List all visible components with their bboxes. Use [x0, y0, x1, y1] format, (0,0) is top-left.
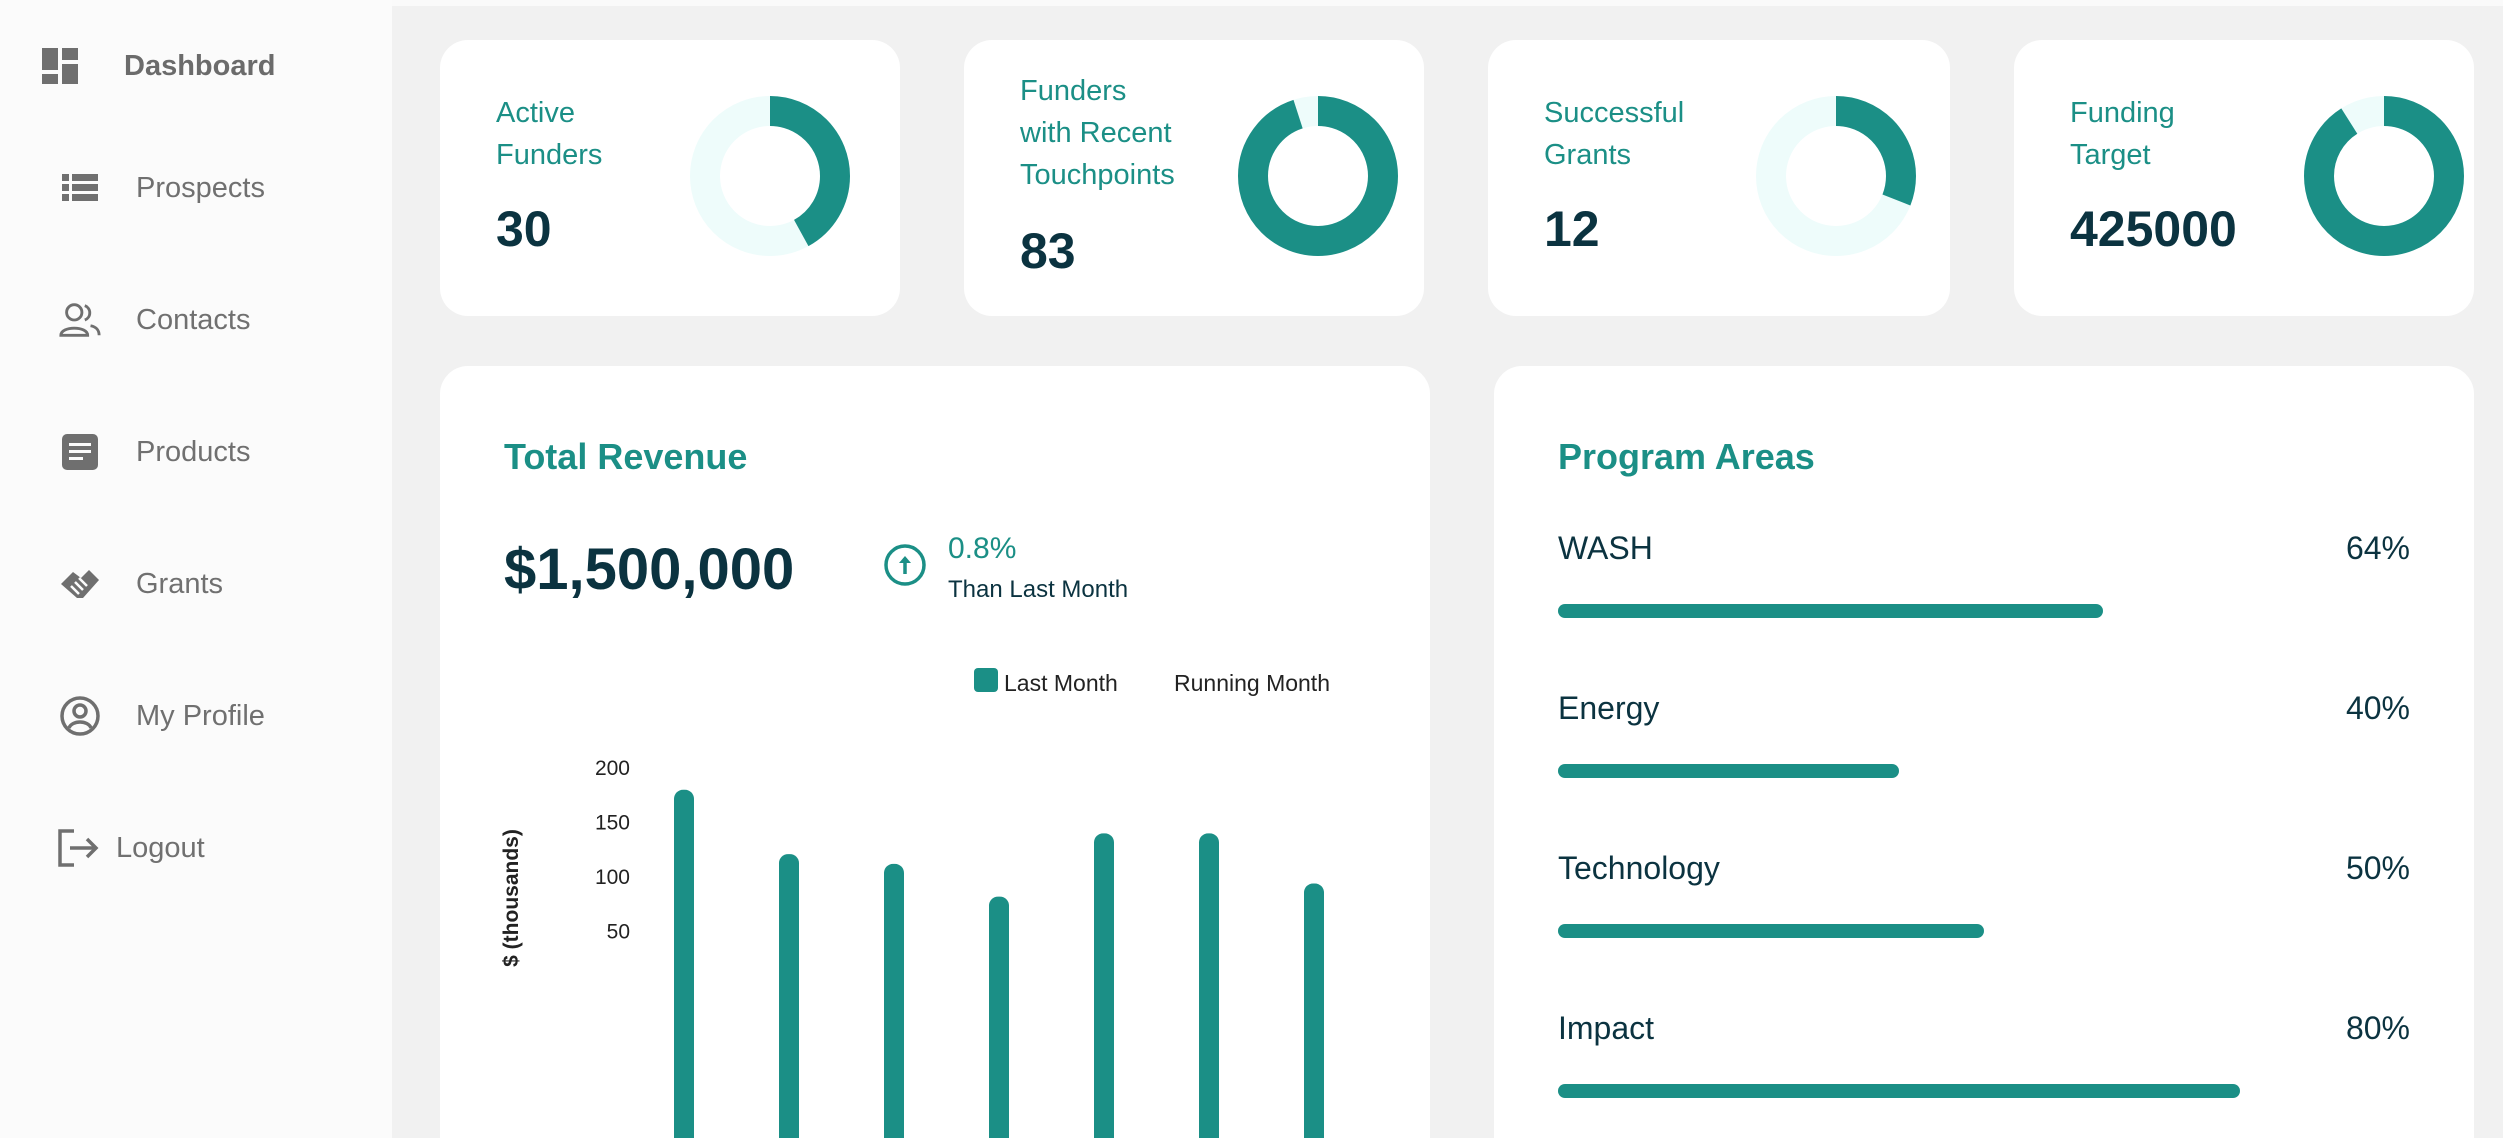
- sidebar-item-grants[interactable]: Grants: [0, 544, 392, 624]
- revenue-panel: Total Revenue $1,500,000 0.8% Than Last …: [440, 366, 1430, 1138]
- y-tick-label: 150: [595, 812, 630, 835]
- legend-item-running-month[interactable]: Running Month: [1174, 670, 1330, 697]
- program-areas-panel: Program Areas WASH 64% Energy 40% Techno…: [1494, 366, 2474, 1138]
- program-name-energy: Energy: [1558, 690, 1660, 726]
- stat-label-line: Funders: [1020, 75, 1127, 107]
- program-name-impact: Impact: [1558, 1010, 1655, 1046]
- stat-value: 83: [1020, 223, 1076, 279]
- donut-chart: [1756, 96, 1916, 256]
- stat-label-line: with Recent: [1020, 117, 1172, 149]
- bar[interactable]: [1094, 833, 1114, 1138]
- sidebar-item-label: My Profile: [136, 699, 265, 732]
- stat-value: 12: [1544, 201, 1600, 257]
- progress-bar: [1558, 604, 2410, 618]
- sidebar-item-label: Grants: [136, 567, 224, 600]
- stat-label-line: Active: [496, 97, 575, 129]
- y-tick-label: 200: [595, 757, 630, 780]
- sidebar-item-contacts[interactable]: Contacts: [0, 280, 392, 360]
- y-tick-label: 100: [595, 866, 630, 889]
- bar[interactable]: [1304, 883, 1324, 1138]
- stat-label-line: Funders: [496, 139, 603, 171]
- progress-bar: [1558, 1084, 2410, 1098]
- stat-label-line: Funding: [2070, 97, 2175, 129]
- bar[interactable]: [779, 854, 799, 1138]
- progress-bar: [1558, 924, 2410, 938]
- stat-label: Successful Grants: [1544, 92, 1684, 176]
- sidebar-item-prospects[interactable]: Prospects: [0, 148, 392, 228]
- bar[interactable]: [1199, 833, 1219, 1138]
- trend-text: Than Last Month: [948, 576, 1129, 603]
- legend-item-last-month[interactable]: Last Month: [1004, 670, 1118, 697]
- donut-chart: [2304, 96, 2464, 256]
- dashboard-icon: [38, 44, 82, 88]
- profile-icon: [58, 694, 102, 738]
- sidebar-item-label: Products: [136, 435, 251, 468]
- stat-label: Funding Target: [2070, 92, 2175, 176]
- program-percent: 80%: [2345, 1010, 2410, 1046]
- top-divider: [392, 0, 2503, 6]
- sidebar-item-label: Dashboard: [124, 49, 276, 82]
- list-icon: [58, 166, 102, 210]
- stat-card-funding-target[interactable]: Funding Target 425000: [2014, 40, 2474, 316]
- legend-swatch: [974, 668, 998, 692]
- donut-arc: [1238, 96, 1398, 256]
- donut-chart: [1238, 96, 1398, 256]
- logout-icon: [56, 826, 100, 870]
- handshake-icon: [58, 562, 102, 606]
- program-percent: 64%: [2345, 530, 2410, 566]
- program-percent: 40%: [2345, 690, 2410, 726]
- progress-fill: [1558, 604, 2104, 618]
- sidebar-item-my-profile[interactable]: My Profile: [0, 676, 392, 756]
- stat-card-active-funders[interactable]: Active Funders 30: [440, 40, 900, 316]
- progress-fill: [1558, 764, 1899, 778]
- trend-percent: 0.8%: [948, 532, 1017, 565]
- stat-label: Funders with Recent Touchpoints: [1020, 70, 1175, 196]
- sidebar-item-label: Prospects: [136, 171, 265, 204]
- bar[interactable]: [884, 863, 904, 1138]
- progress-fill: [1558, 1084, 2240, 1098]
- stat-label: Active Funders: [496, 92, 602, 176]
- sidebar: Dashboard Prospects Contacts Products Gr…: [0, 0, 392, 1138]
- program-name-wash: WASH: [1558, 530, 1653, 566]
- revenue-bar-chart: $ (thousands) 200 150 100 50: [500, 757, 1324, 1138]
- panel-title: Program Areas: [1558, 436, 1815, 477]
- sidebar-item-logout[interactable]: Logout: [0, 808, 392, 888]
- sidebar-item-label: Logout: [116, 831, 205, 864]
- stat-label-line: Touchpoints: [1020, 159, 1175, 191]
- bar[interactable]: [674, 789, 694, 1138]
- y-axis-label: $ (thousands): [500, 829, 523, 967]
- donut-chart: [690, 96, 850, 256]
- progress-fill: [1558, 924, 1984, 938]
- donut-arc: [2304, 96, 2464, 256]
- panel-title: Total Revenue: [504, 436, 748, 477]
- stat-value: 30: [496, 201, 552, 257]
- sidebar-item-dashboard[interactable]: Dashboard: [0, 26, 392, 106]
- sidebar-item-label: Contacts: [136, 303, 251, 336]
- document-icon: [58, 430, 102, 474]
- stat-card-recent-touchpoints[interactable]: Funders with Recent Touchpoints 83: [964, 40, 1424, 316]
- stat-card-successful-grants[interactable]: Successful Grants 12: [1488, 40, 1950, 316]
- stat-label-line: Target: [2070, 139, 2151, 171]
- stat-label-line: Successful: [1544, 97, 1685, 129]
- stat-label-line: Grants: [1544, 139, 1632, 171]
- y-tick-label: 50: [607, 921, 630, 944]
- program-name-technology: Technology: [1558, 850, 1720, 886]
- users-icon: [58, 298, 102, 342]
- program-percent: 50%: [2345, 850, 2410, 886]
- bar[interactable]: [989, 896, 1009, 1138]
- arrow-up-circle-icon: [884, 544, 926, 586]
- revenue-amount: $1,500,000: [504, 537, 795, 602]
- progress-bar: [1558, 764, 2410, 778]
- stat-value: 425000: [2070, 201, 2237, 257]
- sidebar-item-products[interactable]: Products: [0, 412, 392, 492]
